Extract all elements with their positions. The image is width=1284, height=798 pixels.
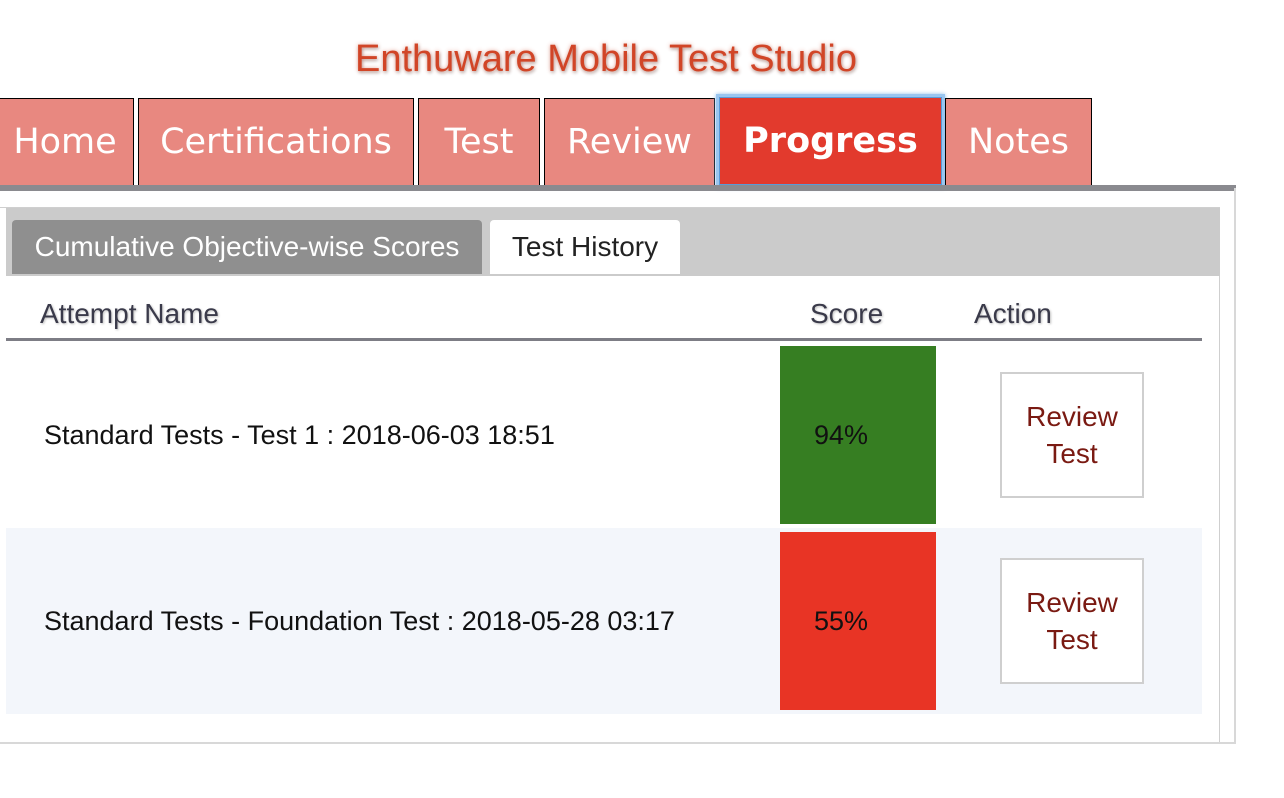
review-test-label: Review Test (1026, 401, 1118, 469)
tab-certifications[interactable]: Certifications (138, 98, 414, 186)
column-header-attempt-name: Attempt Name (40, 298, 219, 329)
tab-test[interactable]: Test (418, 98, 540, 186)
app-title: Enthuware Mobile Test Studio (354, 38, 858, 80)
panel-edge (1234, 188, 1236, 744)
review-test-button[interactable]: Review Test (1000, 372, 1144, 498)
table-row: Standard Tests - Foundation Test : 2018-… (6, 528, 1202, 714)
tab-home[interactable]: Home (0, 98, 134, 186)
tab-review[interactable]: Review (544, 98, 715, 186)
subtab-test-history[interactable]: Test History (490, 220, 680, 274)
tabs-underline (0, 185, 1236, 191)
tab-notes[interactable]: Notes (945, 98, 1092, 186)
column-header-score: Score (810, 298, 884, 329)
score-cell-pass: 94% (780, 346, 936, 524)
attempt-name: Standard Tests - Test 1 : 2018-06-03 18:… (44, 420, 555, 450)
score-value: 94% (814, 419, 869, 450)
score-value: 55% (814, 605, 869, 636)
tab-progress[interactable]: Progress (716, 94, 945, 188)
header-rule (6, 338, 1202, 341)
review-test-label: Review Test (1026, 587, 1118, 655)
review-test-button[interactable]: Review Test (1000, 558, 1144, 684)
attempt-name: Standard Tests - Foundation Test : 2018-… (44, 606, 675, 636)
subtab-cumulative-scores[interactable]: Cumulative Objective-wise Scores (12, 220, 482, 274)
score-cell-fail: 55% (780, 532, 936, 710)
panel-bottom-edge (0, 742, 1236, 744)
table-row: Standard Tests - Test 1 : 2018-06-03 18:… (6, 344, 1202, 526)
column-header-action: Action (974, 298, 1052, 329)
